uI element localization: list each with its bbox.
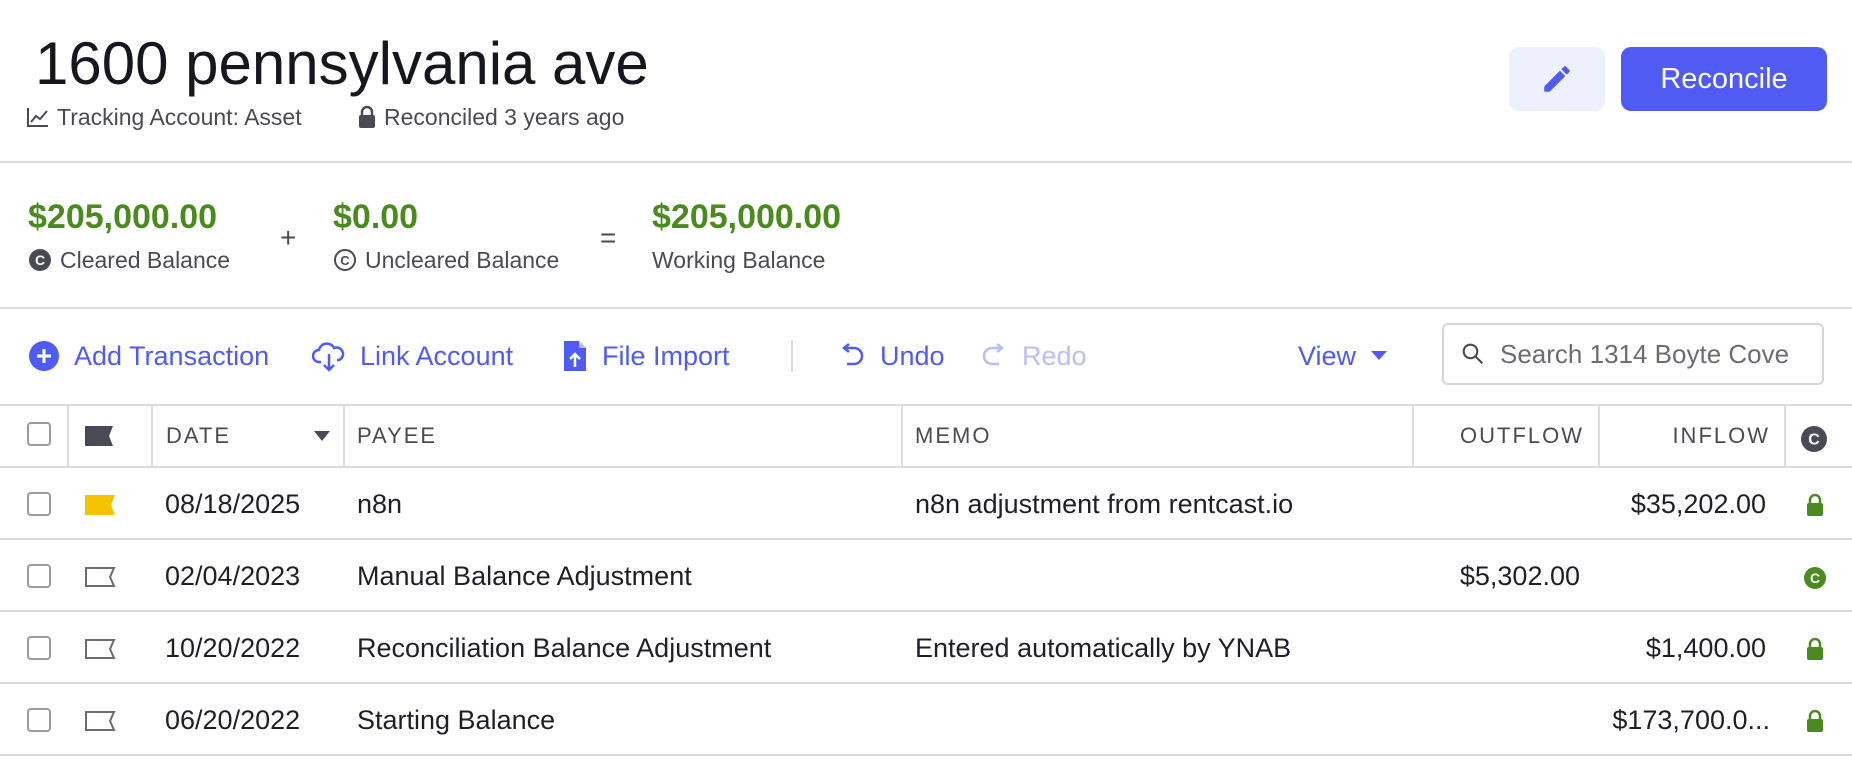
row-checkbox[interactable]: [27, 492, 51, 516]
search-box[interactable]: [1442, 323, 1824, 385]
link-account-label: Link Account: [360, 340, 514, 371]
cleared-icon[interactable]: C: [1803, 566, 1827, 595]
working-balance-label: Working Balance: [652, 247, 826, 273]
uncleared-balance-label: Uncleared Balance: [365, 247, 560, 273]
account-title: 1600 pennsylvania ave: [35, 30, 649, 97]
row-payee: n8n: [357, 488, 403, 519]
empty-flag-icon[interactable]: [84, 710, 116, 737]
column-divider: [67, 404, 69, 468]
search-icon: [1462, 343, 1484, 365]
divider: [0, 161, 1852, 163]
uncleared-balance-label-group: C Uncleared Balance: [333, 246, 559, 274]
cleared-balance-label: Cleared Balance: [60, 247, 231, 273]
svg-text:C: C: [340, 253, 350, 268]
account-type-label: Tracking Account: Asset: [57, 104, 302, 130]
row-date: 10/20/2022: [165, 632, 301, 663]
svg-text:C: C: [1808, 432, 1820, 449]
svg-text:C: C: [35, 252, 45, 268]
row-inflow: $35,202.00: [1630, 488, 1766, 519]
cloud-download-icon: [312, 342, 345, 372]
lock-icon[interactable]: [1806, 709, 1824, 738]
row-outflow: [1412, 684, 1580, 756]
row-outflow: [1412, 468, 1580, 540]
working-balance-amount: $205,000.00: [652, 198, 842, 236]
column-divider: [151, 404, 153, 468]
plus-operator: +: [280, 222, 297, 253]
lock-icon[interactable]: [1806, 493, 1824, 522]
row-date: 08/18/2025: [165, 488, 301, 519]
cleared-icon: C: [1801, 426, 1827, 452]
row-payee: Starting Balance: [357, 704, 556, 735]
column-header-outflow[interactable]: OUTFLOW: [1412, 404, 1584, 468]
redo-button[interactable]: Redo: [980, 338, 1087, 374]
lock-icon: [359, 105, 375, 128]
chart-line-icon: [27, 108, 48, 127]
edit-account-button[interactable]: [1509, 47, 1605, 111]
row-payee: Manual Balance Adjustment: [357, 560, 692, 591]
flag-column-icon[interactable]: [84, 425, 114, 452]
yellow-flag-icon[interactable]: [84, 494, 116, 521]
column-divider: [901, 404, 903, 468]
row-date: 02/04/2023: [165, 560, 301, 591]
undo-icon: [841, 343, 864, 366]
cleared-column-icon[interactable]: C: [1800, 425, 1828, 458]
reconciled-label: Reconciled 3 years ago: [384, 104, 625, 130]
reconciled-info: Reconciled 3 years ago: [358, 103, 624, 131]
row-checkbox[interactable]: [27, 708, 51, 732]
column-header-memo[interactable]: MEMO: [915, 404, 991, 468]
file-import-label: File Import: [602, 340, 730, 371]
column-header-date[interactable]: DATE: [166, 404, 331, 468]
plus-circle-icon: [29, 341, 59, 371]
file-import-button[interactable]: File Import: [562, 338, 730, 374]
svg-text:C: C: [1810, 570, 1820, 586]
row-checkbox[interactable]: [27, 564, 51, 588]
row-date: 06/20/2022: [165, 704, 301, 735]
undo-button[interactable]: Undo: [838, 338, 945, 374]
add-transaction-label: Add Transaction: [74, 340, 270, 371]
uncleared-balance-amount: $0.00: [333, 198, 419, 236]
cleared-balance-label-group: C Cleared Balance: [28, 246, 230, 274]
redo-icon: [982, 343, 1005, 366]
sort-desc-icon: [314, 431, 330, 441]
pencil-icon: [1544, 66, 1570, 92]
reconcile-button[interactable]: Reconcile: [1621, 47, 1827, 111]
row-inflow: $1,400.00: [1645, 632, 1766, 663]
column-header-inflow[interactable]: INFLOW: [1598, 404, 1770, 468]
date-header-label: DATE: [166, 423, 232, 448]
row-inflow: $173,700.0...: [1612, 704, 1770, 735]
cleared-balance-amount: $205,000.00: [28, 198, 218, 236]
link-account-button[interactable]: Link Account: [312, 338, 513, 374]
empty-flag-icon[interactable]: [84, 566, 116, 593]
account-type-info: Tracking Account: Asset: [27, 103, 302, 131]
flag-icon: [85, 426, 113, 446]
caret-down-icon: [1371, 351, 1388, 360]
column-divider: [343, 404, 345, 468]
redo-label: Redo: [1022, 340, 1087, 371]
row-outflow: [1412, 612, 1580, 684]
toolbar-separator: [791, 340, 793, 372]
undo-label: Undo: [880, 340, 945, 371]
uncleared-icon: C: [334, 249, 356, 271]
column-header-payee[interactable]: PAYEE: [357, 404, 437, 468]
add-transaction-button[interactable]: Add Transaction: [28, 338, 269, 374]
row-memo: Entered automatically by YNAB: [915, 632, 1292, 663]
row-checkbox[interactable]: [27, 636, 51, 660]
column-divider: [1784, 404, 1786, 468]
select-all-checkbox[interactable]: [27, 422, 51, 446]
lock-icon[interactable]: [1806, 637, 1824, 666]
view-label: View: [1298, 340, 1357, 371]
view-dropdown[interactable]: View: [1298, 338, 1388, 374]
row-payee: Reconciliation Balance Adjustment: [357, 632, 772, 663]
empty-flag-icon[interactable]: [84, 638, 116, 665]
row-outflow: $5,302.00: [1459, 560, 1580, 591]
file-upload-icon: [564, 341, 586, 371]
row-memo: n8n adjustment from rentcast.io: [915, 488, 1294, 519]
row-inflow: [1598, 540, 1766, 612]
cleared-icon: C: [29, 249, 51, 271]
equals-operator: =: [600, 222, 617, 253]
search-input[interactable]: [1498, 337, 1822, 371]
divider: [0, 307, 1852, 309]
